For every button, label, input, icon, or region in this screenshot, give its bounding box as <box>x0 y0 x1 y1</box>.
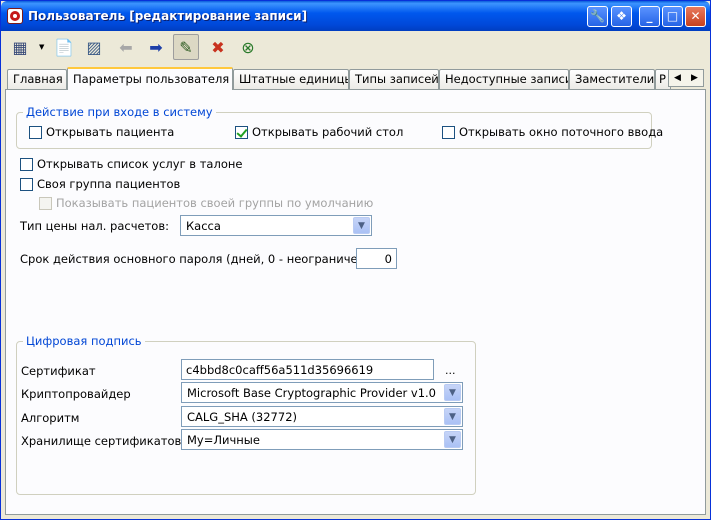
certificate-label: Сертификат <box>21 364 96 378</box>
cert-store-select[interactable]: My=Личные ▼ <box>181 429 463 450</box>
window-title: Пользователь [редактирование записи] <box>28 9 308 23</box>
tab-scroll-right-icon[interactable]: ▶ <box>691 73 698 83</box>
table-settings-icon[interactable]: ▦ <box>7 34 33 60</box>
help-icon[interactable]: ❖ <box>611 6 632 27</box>
pencil-icon[interactable]: ✎ <box>173 34 199 60</box>
open-stream-input-label: Открывать окно поточного ввода <box>459 125 664 139</box>
tools-icon[interactable]: 🔧 <box>587 6 608 27</box>
price-type-select[interactable]: Касса ▼ <box>180 215 372 236</box>
show-own-group-default-checkbox-box <box>39 196 52 210</box>
algorithm-select[interactable]: CALG_SHA (32772) ▼ <box>181 406 463 427</box>
app-logo-icon <box>7 8 23 24</box>
minimize-button[interactable]: _ <box>639 6 660 27</box>
settings-dropdown-icon[interactable]: ▼ <box>39 43 44 51</box>
chevron-down-icon[interactable]: ▼ <box>353 217 370 234</box>
maximize-button[interactable]: □ <box>662 6 683 27</box>
forward-arrow-icon[interactable]: ➡ <box>143 34 169 60</box>
title-bar[interactable]: Пользователь [редактирование записи] 🔧 ❖… <box>1 1 710 31</box>
open-services-list-checkbox-box[interactable] <box>20 157 33 171</box>
cert-store-label: Хранилище сертификатов <box>21 434 182 448</box>
toolbar: ▦ ▼ 📄 ▨ ⬅ ➡ ✎ ✖ ⊗ <box>1 31 710 63</box>
digital-signature-group-title: Цифровая подпись <box>23 334 145 348</box>
password-expiry-label: Срок действия основного пароля (дней, 0 … <box>20 252 374 266</box>
certificate-browse-button[interactable]: ... <box>445 364 456 377</box>
user-edit-window: Пользователь [редактирование записи] 🔧 ❖… <box>0 0 711 520</box>
tab-scroll-left-icon[interactable]: ◀ <box>674 73 681 83</box>
open-desktop-checkbox-box[interactable] <box>235 125 248 139</box>
login-action-group-title: Действие при входе в систему <box>23 105 216 119</box>
tab-staff-units[interactable]: Штатные единицы <box>233 69 349 89</box>
login-action-group: Действие при входе в систему Открывать п… <box>16 105 663 149</box>
tab-panel: Действие при входе в систему Открывать п… <box>5 89 706 515</box>
open-stream-input-checkbox-box[interactable] <box>442 125 455 139</box>
own-patient-group-checkbox[interactable]: Своя группа пациентов <box>20 177 180 191</box>
tab-record-types[interactable]: Типы записей <box>349 69 439 89</box>
crypto-provider-label: Криптопровайдер <box>21 387 131 401</box>
open-patient-checkbox-box[interactable] <box>29 125 42 139</box>
cert-store-value: My=Личные <box>187 433 260 447</box>
tab-user-params[interactable]: Параметры пользователя <box>67 67 233 90</box>
open-desktop-label: Открывать рабочий стол <box>252 125 404 139</box>
open-stream-input-checkbox[interactable]: Открывать окно поточного ввода <box>442 125 663 139</box>
show-own-group-default-label: Показывать пациентов своей группы по умо… <box>56 196 374 210</box>
show-own-group-default-checkbox: Показывать пациентов своей группы по умо… <box>39 196 373 210</box>
chevron-down-icon[interactable]: ▼ <box>444 431 461 448</box>
back-arrow-icon[interactable]: ⬅ <box>113 34 139 60</box>
price-type-value: Касса <box>186 219 221 233</box>
own-patient-group-checkbox-box[interactable] <box>20 177 33 191</box>
tab-main[interactable]: Главная <box>7 69 67 89</box>
chevron-down-icon[interactable]: ▼ <box>444 384 461 401</box>
edit-form-icon[interactable]: ▨ <box>81 34 107 60</box>
algorithm-label: Алгоритм <box>21 411 80 425</box>
tab-unavailable-records[interactable]: Недоступные записи <box>439 69 569 89</box>
edit-record-icon[interactable]: 📄 <box>51 34 77 60</box>
price-type-label: Тип цены нал. расчетов: <box>20 219 169 233</box>
certificate-input[interactable]: c4bbd8c0caff56a511d35696619 <box>181 359 434 380</box>
close-button[interactable]: ✕ <box>685 6 706 27</box>
open-services-list-label: Открывать список услуг в талоне <box>37 157 243 171</box>
digital-signature-group: Цифровая подпись Сертификат c4bbd8c0caff… <box>16 334 476 495</box>
tab-deputies[interactable]: Заместители <box>569 69 655 89</box>
tab-strip: Главная Параметры пользователя Штатные е… <box>5 67 706 90</box>
password-expiry-input[interactable]: 0 <box>356 248 397 269</box>
algorithm-value: CALG_SHA (32772) <box>187 410 297 424</box>
own-patient-group-label: Своя группа пациентов <box>37 177 181 191</box>
cancel-record-icon[interactable]: ⊗ <box>235 34 261 60</box>
open-services-list-checkbox[interactable]: Открывать список услуг в талоне <box>20 157 242 171</box>
open-patient-checkbox[interactable]: Открывать пациента <box>29 125 174 139</box>
open-patient-label: Открывать пациента <box>46 125 175 139</box>
delete-record-icon[interactable]: ✖ <box>205 34 231 60</box>
crypto-provider-select[interactable]: Microsoft Base Cryptographic Provider v1… <box>181 382 463 403</box>
crypto-provider-value: Microsoft Base Cryptographic Provider v1… <box>187 386 436 400</box>
open-desktop-checkbox[interactable]: Открывать рабочий стол <box>235 125 403 139</box>
tab-scroll-buttons: ◀ ▶ <box>668 69 704 87</box>
chevron-down-icon[interactable]: ▼ <box>444 408 461 425</box>
